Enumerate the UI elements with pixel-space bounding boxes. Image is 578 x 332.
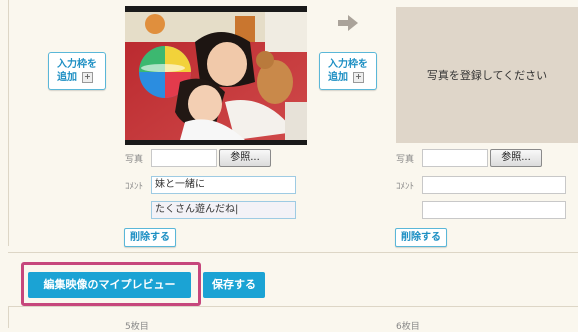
browse-button-2[interactable]: 参照...	[490, 149, 542, 167]
delete-button-1[interactable]: 削除する	[124, 228, 176, 247]
left-divider-lower	[8, 306, 9, 328]
placeholder-text: 写真を登録してください	[426, 69, 548, 82]
add-button-line2: 追加	[328, 72, 348, 83]
photo-file-input-2[interactable]	[422, 149, 488, 167]
photo-file-input-1[interactable]	[151, 149, 217, 167]
photo-image	[125, 12, 307, 140]
photo-label-1: 写真	[125, 155, 144, 165]
plus-icon: +	[82, 72, 93, 83]
add-input-frame-button-1[interactable]: 入力枠を 追加 +	[48, 52, 106, 90]
row-divider	[8, 252, 578, 253]
comment-label-1: ｺﾒﾝﾄ	[125, 182, 144, 192]
uploaded-photo	[125, 6, 307, 145]
comment-input-2b[interactable]	[422, 201, 566, 219]
comment-label-2: ｺﾒﾝﾄ	[396, 182, 415, 192]
save-button[interactable]: 保存する	[203, 272, 265, 298]
left-divider	[8, 0, 9, 246]
add-input-frame-button-2[interactable]: 入力枠を 追加 +	[319, 52, 377, 90]
add-button-line1: 入力枠を	[328, 59, 368, 70]
add-button-line2: 追加	[57, 72, 77, 83]
arrow-right-icon	[338, 15, 358, 31]
comment-input-1a[interactable]: 妹と一緒に	[151, 176, 296, 194]
photo-placeholder: 写真を登録してください	[396, 7, 578, 143]
photo-label-2: 写真	[396, 155, 415, 165]
comment-input-1b[interactable]: たくさん遊んだね|	[151, 201, 296, 219]
plus-icon: +	[353, 72, 364, 83]
comment-value-1b: たくさん遊んだね|	[155, 204, 239, 215]
row-divider-lower	[8, 306, 578, 307]
my-preview-button[interactable]: 編集映像のマイプレビュー	[28, 272, 191, 298]
next-slot-label-6: 6枚目	[396, 322, 420, 332]
comment-input-2a[interactable]	[422, 176, 566, 194]
browse-button-1[interactable]: 参照...	[219, 149, 271, 167]
comment-value-1a: 妹と一緒に	[155, 179, 205, 190]
next-slot-label-5: 5枚目	[125, 322, 149, 332]
add-button-line1: 入力枠を	[57, 59, 97, 70]
delete-button-2[interactable]: 削除する	[395, 228, 447, 247]
